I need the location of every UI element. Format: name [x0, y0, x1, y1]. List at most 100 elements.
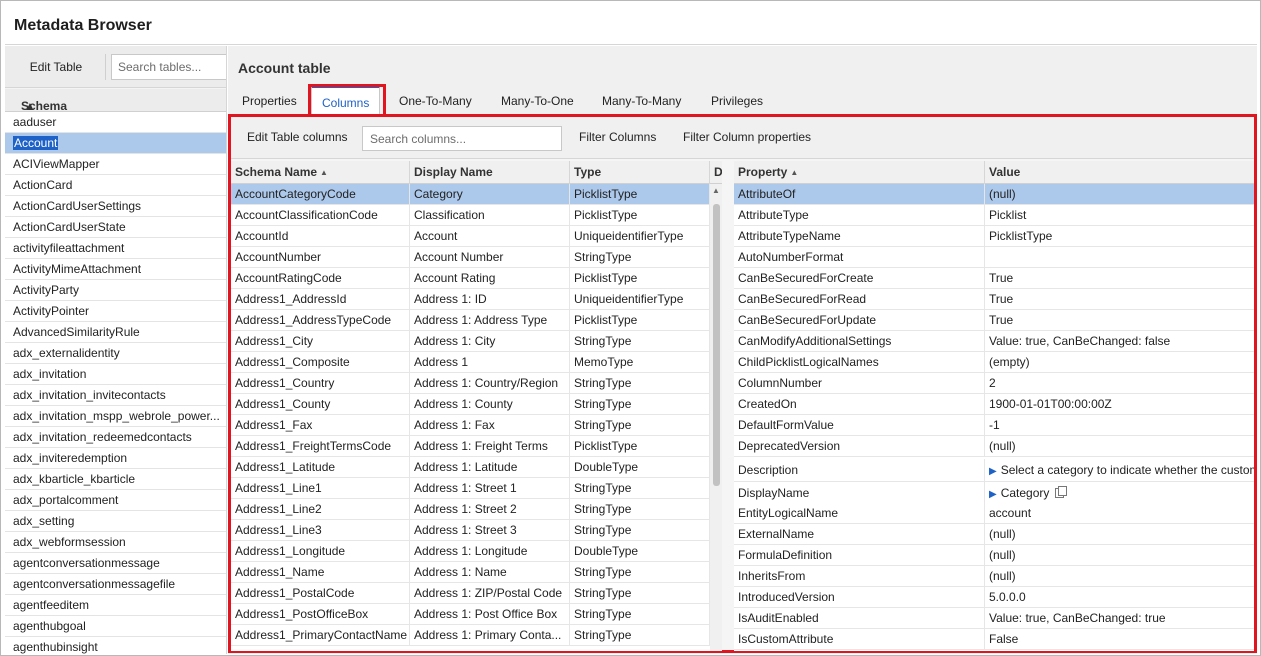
- property-row[interactable]: FormulaDefinition(null): [734, 545, 1254, 566]
- column-row[interactable]: AccountClassificationCodeClassificationP…: [231, 205, 722, 226]
- property-row[interactable]: AutoNumberFormat: [734, 247, 1254, 268]
- table-list-item[interactable]: activityfileattachment: [5, 238, 227, 259]
- scrollbar-thumb[interactable]: [713, 204, 720, 486]
- property-row[interactable]: CanBeSecuredForReadTrue: [734, 289, 1254, 310]
- scroll-up-icon[interactable]: ▲: [712, 186, 720, 195]
- property-row[interactable]: DeprecatedVersion(null): [734, 436, 1254, 457]
- table-name: Account: [13, 136, 58, 150]
- table-list-item[interactable]: AdvancedSimilarityRule: [5, 322, 227, 343]
- col-header-display-name[interactable]: Display Name: [410, 161, 570, 184]
- table-list-item[interactable]: adx_portalcomment: [5, 490, 227, 511]
- col-header-schema-name[interactable]: Schema Name▲: [231, 161, 410, 184]
- table-list-item[interactable]: adx_invitation: [5, 364, 227, 385]
- filter-column-properties-button[interactable]: Filter Column properties: [683, 130, 811, 144]
- column-row[interactable]: AccountCategoryCodeCategoryPicklistType: [231, 184, 722, 205]
- tab-properties[interactable]: Properties: [242, 86, 297, 115]
- property-row[interactable]: IsAuditEnabledValue: true, CanBeChanged:…: [734, 608, 1254, 629]
- property-row[interactable]: ExternalName(null): [734, 524, 1254, 545]
- column-row[interactable]: AccountNumberAccount NumberStringType: [231, 247, 722, 268]
- edit-table-button[interactable]: Edit Table: [13, 55, 99, 79]
- table-list-item[interactable]: adx_webformsession: [5, 532, 227, 553]
- tab-privileges[interactable]: Privileges: [711, 86, 763, 115]
- property-name-cell: DeprecatedVersion: [734, 436, 985, 457]
- table-list-item[interactable]: Account: [5, 133, 227, 154]
- table-list-item[interactable]: ACIViewMapper: [5, 154, 227, 175]
- property-row[interactable]: CreatedOn1900-01-01T00:00:00Z: [734, 394, 1254, 415]
- column-row[interactable]: Address1_PrimaryContactNameAddress 1: Pr…: [231, 625, 722, 646]
- table-list-item[interactable]: agentconversationmessage: [5, 553, 227, 574]
- tab-many-to-one[interactable]: Many-To-One: [501, 86, 574, 115]
- type-cell: DoubleType: [570, 457, 710, 478]
- column-row[interactable]: Address1_FaxAddress 1: FaxStringType: [231, 415, 722, 436]
- property-row[interactable]: InheritsFrom(null): [734, 566, 1254, 587]
- column-row[interactable]: Address1_Line3Address 1: Street 3StringT…: [231, 520, 722, 541]
- col-header-value[interactable]: Value: [985, 161, 1254, 184]
- property-row[interactable]: AttributeTypeNamePicklistType: [734, 226, 1254, 247]
- col-header-type[interactable]: Type: [570, 161, 710, 184]
- column-row[interactable]: Address1_Line1Address 1: Street 1StringT…: [231, 478, 722, 499]
- col-header-property[interactable]: Property▲: [734, 161, 985, 184]
- col-header-description[interactable]: De: [710, 161, 722, 184]
- column-row[interactable]: Address1_PostalCodeAddress 1: ZIP/Postal…: [231, 583, 722, 604]
- table-list-item[interactable]: ActivityPointer: [5, 301, 227, 322]
- table-list-item[interactable]: aaduser: [5, 112, 227, 133]
- property-row[interactable]: AttributeOf(null): [734, 184, 1254, 205]
- column-row[interactable]: Address1_CountyAddress 1: CountyStringTy…: [231, 394, 722, 415]
- search-tables-input[interactable]: [111, 54, 227, 80]
- table-name: adx_invitation_invitecontacts: [13, 388, 166, 402]
- table-list-item[interactable]: agenthubgoal: [5, 616, 227, 637]
- table-list-item[interactable]: adx_invitation_invitecontacts: [5, 385, 227, 406]
- schema-name-cell: Address1_Longitude: [231, 541, 410, 562]
- column-row[interactable]: Address1_NameAddress 1: NameStringType: [231, 562, 722, 583]
- column-row[interactable]: Address1_CompositeAddress 1MemoType: [231, 352, 722, 373]
- column-row[interactable]: Address1_AddressIdAddress 1: IDUniqueide…: [231, 289, 722, 310]
- column-row[interactable]: Address1_CityAddress 1: CityStringType: [231, 331, 722, 352]
- table-list-item[interactable]: adx_inviteredemption: [5, 448, 227, 469]
- property-row[interactable]: ColumnNumber2: [734, 373, 1254, 394]
- property-row[interactable]: CanBeSecuredForUpdateTrue: [734, 310, 1254, 331]
- table-list-item[interactable]: adx_invitation_mspp_webrole_power...: [5, 406, 227, 427]
- tab-many-to-many[interactable]: Many-To-Many: [602, 86, 681, 115]
- property-row[interactable]: AttributeTypePicklist: [734, 205, 1254, 226]
- tab-one-to-many[interactable]: One-To-Many: [399, 86, 472, 115]
- table-list-item[interactable]: ActivityMimeAttachment: [5, 259, 227, 280]
- table-list-item[interactable]: ActionCard: [5, 175, 227, 196]
- column-row[interactable]: Address1_AddressTypeCodeAddress 1: Addre…: [231, 310, 722, 331]
- table-list-item[interactable]: adx_invitation_redeemedcontacts: [5, 427, 227, 448]
- table-list-item[interactable]: ActionCardUserSettings: [5, 196, 227, 217]
- property-row[interactable]: ChildPicklistLogicalNames(empty): [734, 352, 1254, 373]
- property-row[interactable]: DisplayName▶Category: [734, 482, 1254, 505]
- column-row[interactable]: Address1_CountryAddress 1: Country/Regio…: [231, 373, 722, 394]
- copy-icon[interactable]: [1055, 488, 1064, 498]
- edit-table-columns-button[interactable]: Edit Table columns: [247, 130, 348, 144]
- property-row[interactable]: CanBeSecuredForCreateTrue: [734, 268, 1254, 289]
- property-row[interactable]: Description▶Select a category to indicat…: [734, 459, 1254, 482]
- table-list-item[interactable]: agentfeeditem: [5, 595, 227, 616]
- column-row[interactable]: Address1_Line2Address 1: Street 2StringT…: [231, 499, 722, 520]
- property-row[interactable]: DefaultFormValue-1: [734, 415, 1254, 436]
- table-list-item[interactable]: agentconversationmessagefile: [5, 574, 227, 595]
- table-list-item[interactable]: ActivityParty: [5, 280, 227, 301]
- table-list-item[interactable]: agenthubinsight: [5, 637, 227, 654]
- column-row[interactable]: AccountIdAccountUniqueidentifierType: [231, 226, 722, 247]
- expand-arrow-icon[interactable]: ▶: [989, 489, 997, 500]
- column-row[interactable]: Address1_LatitudeAddress 1: LatitudeDoub…: [231, 457, 722, 478]
- table-list-item[interactable]: adx_kbarticle_kbarticle: [5, 469, 227, 490]
- property-value-cell: ▶Select a category to indicate whether t…: [985, 459, 1254, 482]
- expand-arrow-icon[interactable]: ▶: [989, 466, 997, 477]
- table-list-item[interactable]: adx_setting: [5, 511, 227, 532]
- property-row[interactable]: IntroducedVersion5.0.0.0: [734, 587, 1254, 608]
- column-row[interactable]: AccountRatingCodeAccount RatingPicklistT…: [231, 268, 722, 289]
- columns-grid-scrollbar[interactable]: ▲: [710, 184, 722, 651]
- property-row[interactable]: CanModifyAdditionalSettingsValue: true, …: [734, 331, 1254, 352]
- column-row[interactable]: Address1_LongitudeAddress 1: LongitudeDo…: [231, 541, 722, 562]
- filter-columns-button[interactable]: Filter Columns: [579, 130, 656, 144]
- table-list-item[interactable]: adx_externalidentity: [5, 343, 227, 364]
- column-row[interactable]: Address1_PostOfficeBoxAddress 1: Post Of…: [231, 604, 722, 625]
- search-columns-input[interactable]: [362, 126, 562, 151]
- tables-column-header[interactable]: Schema Name▲: [5, 89, 227, 112]
- column-row[interactable]: Address1_FreightTermsCodeAddress 1: Frei…: [231, 436, 722, 457]
- table-list-item[interactable]: ActionCardUserState: [5, 217, 227, 238]
- property-row[interactable]: IsCustomAttributeFalse: [734, 629, 1254, 650]
- property-row[interactable]: EntityLogicalNameaccount: [734, 503, 1254, 524]
